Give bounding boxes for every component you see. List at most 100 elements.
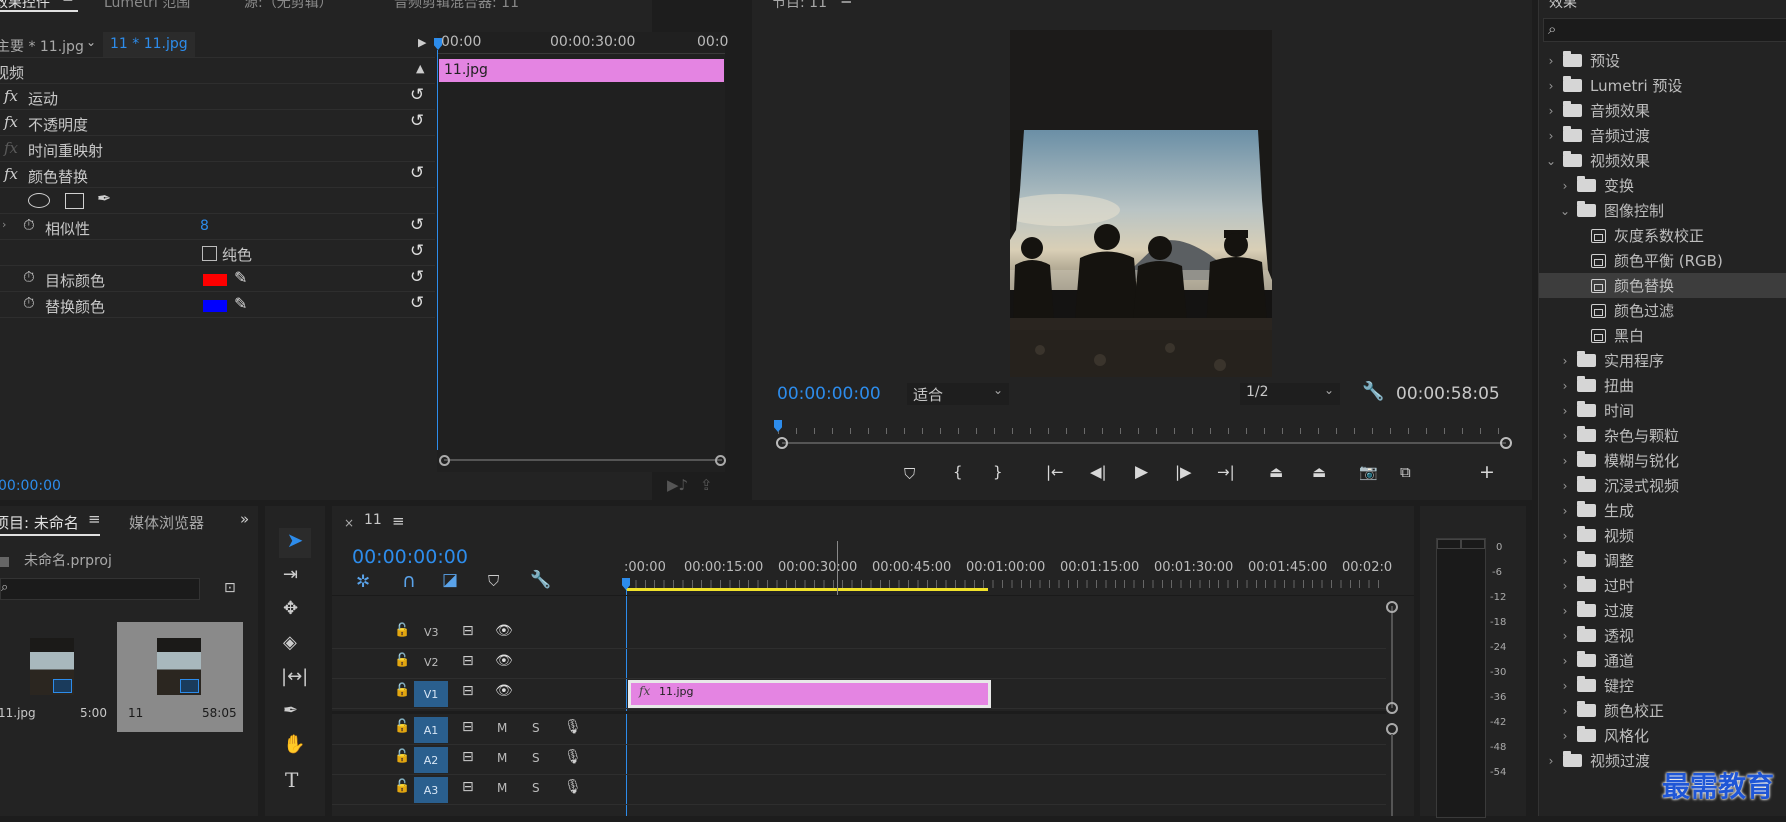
fx-icon[interactable]: fx [4, 87, 18, 105]
video-scroll-handle-bottom[interactable] [1386, 702, 1398, 714]
effects-tree-item[interactable]: › 扭曲 [1539, 373, 1786, 398]
effects-tree-item[interactable]: › 生成 [1539, 498, 1786, 523]
reset-icon[interactable]: ↺ [410, 215, 424, 235]
zoom-bar[interactable] [782, 442, 1506, 444]
stopwatch-icon[interactable]: ⏱ [23, 268, 35, 286]
solo-button[interactable]: S [532, 781, 540, 795]
reset-icon[interactable]: ↺ [410, 293, 424, 313]
export-frame-icon[interactable]: ⇪ [700, 476, 713, 494]
ec-mini-timeline[interactable]: 00:00 00:00:30:00 00:0 11.jpg [434, 32, 728, 472]
camera-icon[interactable]: 📷 [1359, 463, 1378, 481]
chevron-right-icon[interactable]: › [1559, 529, 1571, 543]
chevron-right-icon[interactable]: › [1559, 404, 1571, 418]
effects-search-input[interactable]: ⌕ [1543, 18, 1786, 42]
clip-fx-icon[interactable]: fx [639, 684, 650, 698]
effects-tree-item[interactable]: 颜色平衡 (RGB) [1539, 248, 1786, 273]
lock-icon[interactable]: 🔓 [394, 779, 410, 794]
effects-tree-item[interactable]: › 视频 [1539, 523, 1786, 548]
solid-color-checkbox[interactable] [202, 246, 217, 261]
snap-icon[interactable]: ∩ [402, 570, 416, 592]
similarity-value[interactable]: 8 [200, 218, 209, 234]
wrench-icon[interactable]: 🔧 [530, 570, 551, 590]
slip-tool-icon[interactable]: |↔| [281, 666, 308, 687]
play-icon[interactable]: ▶ [1135, 462, 1148, 482]
chevron-right-icon[interactable]: › [1559, 629, 1571, 643]
sync-lock-icon[interactable]: ⊟ [462, 719, 474, 735]
eyedropper-icon[interactable]: ✎ [234, 268, 247, 287]
eye-icon[interactable]: 👁 [495, 653, 513, 669]
play-only-clip-icon[interactable]: ▶ [418, 36, 426, 49]
chevron-down-icon[interactable]: ⌄ [1545, 154, 1557, 168]
chevron-right-icon[interactable]: › [1559, 379, 1571, 393]
extract-icon[interactable]: ⏏ [1312, 463, 1326, 481]
selection-tool-icon[interactable]: ➤ [279, 528, 311, 558]
step-forward-icon[interactable]: |▶ [1175, 463, 1192, 481]
fx-icon[interactable]: fx [4, 165, 18, 183]
sync-lock-icon[interactable]: ⊟ [462, 683, 474, 699]
loop-audio-icon[interactable]: ▶♪ [667, 476, 688, 494]
chevron-right-icon[interactable]: › [1545, 129, 1557, 143]
effects-tree-item[interactable]: › 键控 [1539, 673, 1786, 698]
new-bin-icon[interactable]: ⊡ [224, 580, 236, 596]
nest-toggle-icon[interactable]: ✲ [356, 572, 370, 592]
effects-tree-item[interactable]: › Lumetri 预设 [1539, 73, 1786, 98]
effects-tree-item[interactable]: › 模糊与锐化 [1539, 448, 1786, 473]
mute-button[interactable]: M [497, 751, 507, 765]
step-back-icon[interactable]: ◀| [1090, 463, 1107, 481]
project-item-selected[interactable]: 11 58:05 [117, 622, 243, 732]
close-icon[interactable]: × [344, 516, 354, 530]
effects-tree-item[interactable]: › 沉浸式视频 [1539, 473, 1786, 498]
timeline-timecode[interactable]: 00:00:00:00 [352, 546, 468, 568]
resolution-dropdown[interactable]: 1/2 ⌄ [1240, 383, 1340, 405]
program-timecode[interactable]: 00:00:00:00 [777, 384, 881, 404]
effects-tree-item[interactable]: › 颜色校正 [1539, 698, 1786, 723]
chevron-right-icon[interactable]: › [1559, 354, 1571, 368]
go-to-in-icon[interactable]: |← [1046, 463, 1064, 481]
project-title[interactable]: 项目: 未命名 [0, 512, 79, 533]
expand-chevron-icon[interactable]: › [2, 218, 6, 231]
effects-tree-item[interactable]: › 调整 [1539, 548, 1786, 573]
tab-media-browser[interactable]: 媒体浏览器 [129, 512, 204, 533]
track-label[interactable]: V3 [424, 626, 439, 639]
sync-lock-icon[interactable]: ⊟ [462, 623, 474, 639]
effects-tree-item[interactable]: 颜色过滤 [1539, 298, 1786, 323]
fit-dropdown[interactable]: 适合 ⌄ [907, 383, 1009, 405]
chevron-down-icon[interactable]: ⌄ [1559, 204, 1571, 218]
stopwatch-icon[interactable]: ⏱ [23, 294, 35, 312]
chevron-right-icon[interactable]: › [1545, 54, 1557, 68]
chevron-right-icon[interactable]: › [1559, 654, 1571, 668]
effects-tree-item[interactable]: › 预设 [1539, 48, 1786, 73]
video-scrollbar[interactable] [1391, 606, 1393, 708]
overflow-chevron-icon[interactable]: » [240, 510, 249, 528]
work-area-bar[interactable] [626, 588, 988, 591]
project-item[interactable]: 11.jpg 5:00 [0, 622, 116, 732]
sync-lock-icon[interactable]: ⊟ [462, 749, 474, 765]
effects-tree-item[interactable]: › 变换 [1539, 173, 1786, 198]
chevron-right-icon[interactable]: › [1559, 604, 1571, 618]
effects-tree-item[interactable]: ⌄ 图像控制 [1539, 198, 1786, 223]
video-scroll-handle-top[interactable] [1386, 601, 1398, 613]
program-scrubber[interactable] [774, 420, 1506, 444]
chevron-right-icon[interactable]: › [1559, 179, 1571, 193]
track-target-a1[interactable]: A1 [414, 717, 448, 743]
chevron-right-icon[interactable]: › [1559, 479, 1571, 493]
tab-menu-icon[interactable]: ≡ [840, 0, 853, 8]
chevron-right-icon[interactable]: › [1545, 79, 1557, 93]
tab-source[interactable]: 源:（无剪辑） [244, 0, 333, 12]
chevron-right-icon[interactable]: › [1559, 554, 1571, 568]
track-label[interactable]: V2 [424, 656, 439, 669]
tab-lumetri-scopes[interactable]: Lumetri 范围 [104, 0, 190, 12]
collapse-icon[interactable]: ▲ [416, 62, 424, 75]
chevron-right-icon[interactable]: › [1559, 704, 1571, 718]
effects-tree-item[interactable]: › 实用程序 [1539, 348, 1786, 373]
chevron-right-icon[interactable]: › [1559, 504, 1571, 518]
ripple-edit-tool-icon[interactable]: ✥ [283, 598, 298, 619]
effects-tree-item[interactable]: 黑白 [1539, 323, 1786, 348]
audio-scrollbar[interactable] [1391, 734, 1393, 816]
add-button-icon[interactable]: + [1479, 461, 1495, 483]
pen-tool-icon[interactable]: ✒ [283, 700, 298, 721]
replace-color-swatch[interactable] [203, 300, 227, 312]
effects-tree-item[interactable]: 颜色替换 [1539, 273, 1786, 298]
effect-row-time-remap[interactable]: fx 时间重映射 [0, 136, 435, 162]
wrench-icon[interactable]: 🔧 [1362, 381, 1384, 402]
